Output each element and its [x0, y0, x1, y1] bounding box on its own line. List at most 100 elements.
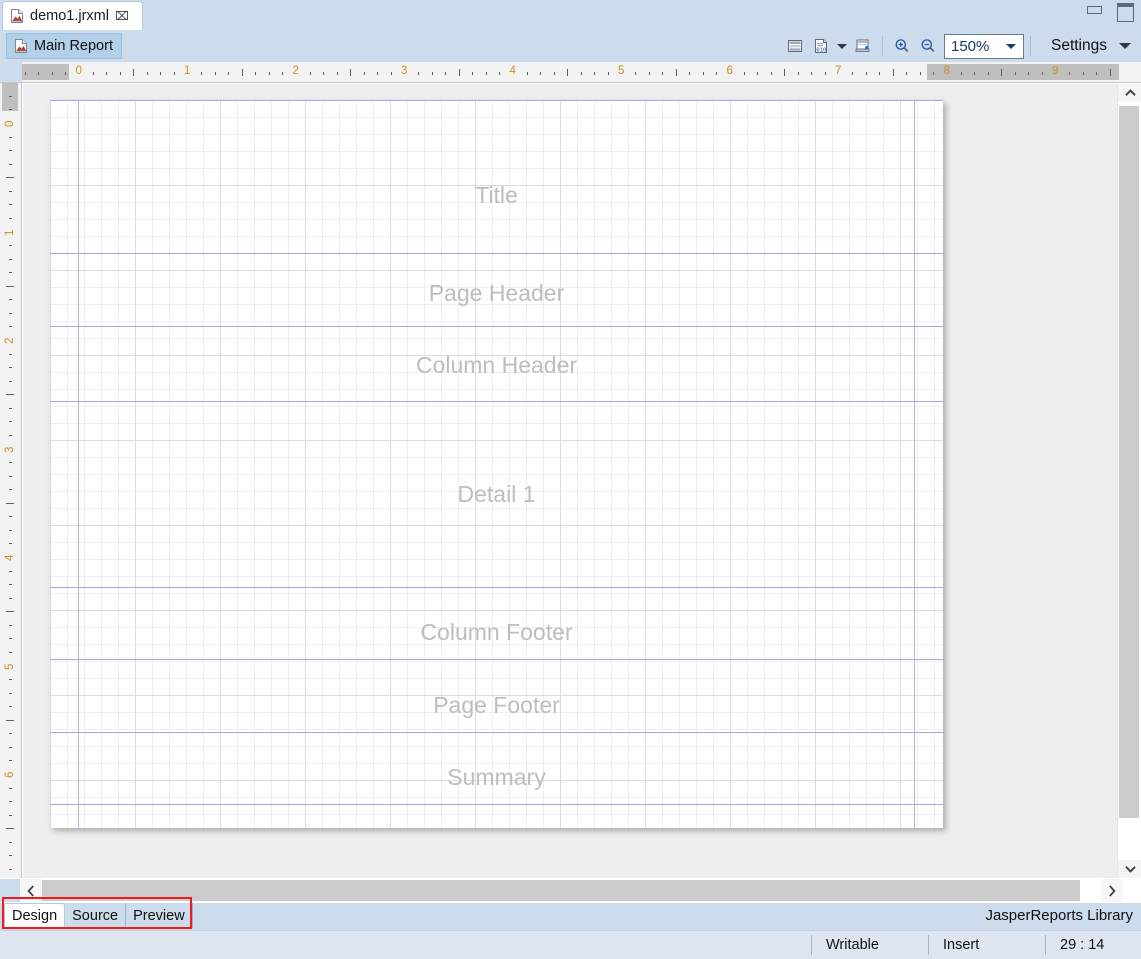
ruler-tick-vertical: [9, 191, 12, 192]
ruler-tick-vertical: [9, 842, 12, 843]
ruler-tick-vertical: [9, 638, 12, 639]
ruler-tick: [391, 72, 392, 75]
report-numbers-chevron-down-icon[interactable]: [834, 33, 850, 59]
ruler-shaded-region: [22, 64, 69, 80]
band-separator[interactable]: [50, 100, 943, 101]
vertical-scrollbar[interactable]: [1117, 84, 1141, 878]
scroll-right-chevron-right-icon[interactable]: [1101, 879, 1123, 902]
dataset-icon[interactable]: [782, 33, 808, 59]
horizontal-scrollbar-thumb[interactable]: [42, 880, 1080, 901]
ruler-tick-vertical: [9, 530, 12, 531]
editor-mode-tab-design[interactable]: Design: [4, 903, 65, 928]
report-design-canvas[interactable]: TitlePage HeaderColumn HeaderDetail 1Col…: [23, 84, 1117, 878]
vertical-ruler[interactable]: 0123456: [0, 83, 22, 878]
maximize-icon[interactable]: [1116, 2, 1133, 17]
editor-mode-tab-source[interactable]: Source: [65, 903, 126, 928]
ruler-tick: [215, 72, 216, 75]
zoom-chevron-down-icon[interactable]: [1006, 44, 1016, 49]
ruler-tick: [1042, 72, 1043, 75]
ruler-tick: [486, 72, 487, 75]
editor-tab-demo1[interactable]: demo1.jrxml ⌧: [2, 1, 143, 30]
ruler-tick-label-vertical: 4: [4, 555, 16, 561]
ruler-tick-vertical: [9, 543, 12, 544]
ruler-tick-vertical: [9, 109, 12, 110]
band-separator[interactable]: [50, 253, 943, 254]
scroll-up-chevron-up-icon[interactable]: [1118, 84, 1141, 102]
ruler-tick: [554, 72, 555, 75]
ruler-tick: [974, 72, 975, 75]
band-separator-bottom[interactable]: [50, 804, 943, 805]
ruler-tick: [269, 72, 270, 75]
ruler-tick-vertical: [9, 150, 12, 151]
jrxml-file-icon: [9, 8, 25, 24]
compile-report-icon[interactable]: [850, 33, 876, 59]
right-margin-guide: [914, 100, 915, 828]
ruler-tick: [364, 72, 365, 75]
ruler-tick-vertical: [6, 286, 14, 287]
band-separator[interactable]: [50, 326, 943, 327]
ruler-tick: [52, 72, 53, 75]
ruler-tick: [25, 72, 26, 75]
zoom-level-combobox[interactable]: 150%: [944, 34, 1024, 59]
close-icon[interactable]: ⌧: [115, 10, 129, 22]
scroll-left-chevron-left-icon[interactable]: [20, 879, 42, 902]
ruler-tick: [310, 72, 311, 75]
band-separator[interactable]: [50, 587, 943, 588]
ruler-tick-vertical: [9, 625, 12, 626]
ruler-tick: [350, 69, 351, 76]
zoom-in-icon[interactable]: [889, 33, 915, 59]
ruler-tick-label-vertical: 3: [4, 446, 16, 452]
ruler-tick-vertical: [9, 733, 12, 734]
ruler-tick-vertical: [9, 788, 12, 789]
band-separator[interactable]: [50, 659, 943, 660]
ruler-tick-vertical: [9, 96, 12, 97]
horizontal-ruler[interactable]: 0123456789: [0, 62, 1141, 83]
band-separator[interactable]: [50, 401, 943, 402]
ruler-tick: [757, 72, 758, 75]
main-report-icon: [13, 38, 29, 54]
scroll-down-chevron-down-icon[interactable]: [1118, 860, 1141, 878]
ruler-tick: [920, 72, 921, 75]
ruler-tick-vertical: [9, 869, 12, 870]
ruler-tick: [689, 72, 690, 75]
ruler-tick-label-vertical: 6: [4, 772, 16, 778]
ruler-tick: [893, 69, 894, 76]
ruler-tick-label: 2: [293, 65, 299, 77]
ruler-tick: [811, 72, 812, 75]
ruler-shaded-region-right: [927, 64, 1119, 80]
report-numbers-icon[interactable]: 010: [808, 33, 834, 59]
zoom-out-icon[interactable]: [915, 33, 941, 59]
main-report-tab[interactable]: Main Report: [6, 33, 122, 59]
ruler-tick-vertical: [9, 367, 12, 368]
ruler-tick: [567, 69, 568, 76]
ruler-tick: [377, 72, 378, 75]
ruler-tick: [418, 72, 419, 75]
status-cursor-position: 29 : 14: [1045, 935, 1141, 955]
ruler-tick: [93, 72, 94, 75]
settings-menu-label[interactable]: Settings: [1051, 37, 1107, 55]
ruler-tick-vertical: [9, 760, 12, 761]
ruler-tick: [323, 72, 324, 75]
horizontal-scrollbar[interactable]: [0, 879, 1141, 903]
vertical-scrollbar-thumb[interactable]: [1119, 106, 1139, 818]
band-separator[interactable]: [50, 732, 943, 733]
ruler-tick: [879, 72, 880, 75]
ruler-tick: [608, 72, 609, 75]
minimize-icon[interactable]: [1085, 2, 1102, 17]
ruler-tick-label-vertical: 0: [4, 121, 16, 127]
ruler-tick-vertical: [6, 394, 14, 395]
ruler-tick: [242, 69, 243, 76]
status-writable: Writable: [811, 935, 928, 955]
report-page[interactable]: TitlePage HeaderColumn HeaderDetail 1Col…: [50, 100, 943, 828]
ruler-tick: [866, 72, 867, 75]
ruler-tick-vertical: [9, 476, 12, 477]
ruler-tick: [1001, 69, 1002, 76]
ruler-tick: [120, 72, 121, 75]
editor-mode-tab-preview[interactable]: Preview: [126, 903, 193, 928]
horizontal-ruler-track: 0123456789: [22, 62, 1141, 82]
ruler-tick-label: 7: [835, 65, 841, 77]
ruler-tick-label: 5: [618, 65, 624, 77]
ruler-tick-vertical: [9, 584, 12, 585]
ruler-tick: [201, 72, 202, 75]
settings-chevron-down-icon[interactable]: [1119, 43, 1131, 49]
